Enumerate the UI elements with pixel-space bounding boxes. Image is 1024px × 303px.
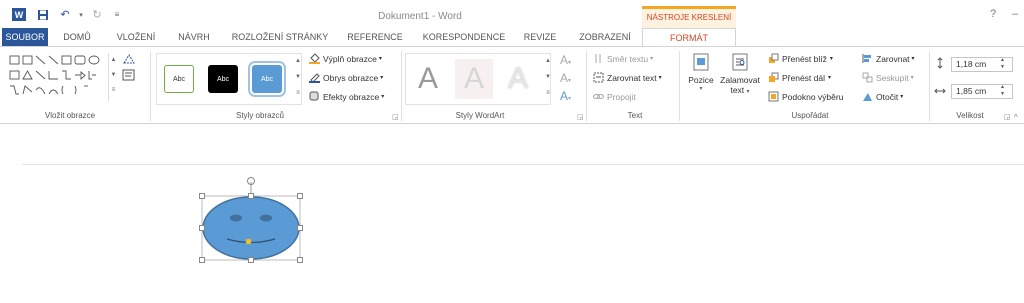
align-icon (862, 54, 871, 63)
shape-styles-scroll[interactable]: ▲ ▼ ≡ (293, 53, 303, 105)
shape-style-outline-green[interactable]: Abc (164, 65, 194, 93)
group-label-insert-shapes: Vložit obrazce (44, 111, 96, 120)
group-label-shape-styles: Styly obrazců (235, 111, 285, 120)
position-button[interactable]: Pozice ▾ (686, 51, 716, 107)
tab-file[interactable]: SOUBOR (2, 28, 48, 47)
help-button[interactable]: ? (990, 8, 996, 20)
shapes-gallery-icons (9, 55, 100, 95)
text-direction-button[interactable]: Směr textu ▾ (593, 53, 653, 64)
wrap-text-icon (732, 53, 748, 71)
wordart-style-gray[interactable]: A (409, 59, 447, 99)
resize-handle-sw[interactable] (199, 257, 205, 263)
resize-handle-s[interactable] (248, 257, 254, 263)
send-backward-icon (769, 72, 779, 82)
page-top-edge (22, 164, 1024, 165)
collapse-ribbon-icon[interactable]: ^ (1014, 113, 1018, 122)
selection-pane-icon (768, 91, 779, 102)
resize-handle-n[interactable] (248, 193, 254, 199)
selection-pane-button[interactable]: Podokno výběru (768, 91, 843, 102)
tab-insert[interactable]: VLOŽENÍ (108, 28, 164, 47)
ribbon: ▲ ▼ ≡ Vložit obrazce Abc Abc Abc ▲ ▼ ≡ Výplň… (0, 46, 1024, 124)
rotate-button[interactable]: Otočit ▾ (862, 91, 903, 102)
ribbon-tabs: SOUBOR DOMŮ VLOŽENÍ NÁVRH ROZLOŽENÍ STRÁ… (0, 28, 1024, 48)
shape-styles-launcher-icon[interactable]: ◲ (392, 113, 399, 121)
shapes-gallery[interactable] (8, 53, 108, 101)
redo-icon[interactable]: ↻ (90, 8, 104, 21)
tab-references[interactable]: REFERENCE (342, 28, 408, 47)
shape-effects-button[interactable]: Efekty obrazce ▾ (309, 91, 384, 102)
tab-mailings[interactable]: KORESPONDENCE (416, 28, 512, 47)
selected-smiley-shape[interactable] (199, 174, 304, 263)
shape-height-icon (934, 57, 946, 69)
rotate-icon (863, 93, 872, 101)
shapes-gallery-scroll[interactable]: ▲ ▼ ≡ (108, 53, 118, 101)
wordart-style-light[interactable]: A (455, 59, 493, 99)
resize-handle-nw[interactable] (199, 193, 205, 199)
tab-review[interactable]: REVIZE (516, 28, 564, 47)
tab-format[interactable]: FORMÁT (642, 28, 736, 48)
group-icon (862, 72, 873, 83)
tab-page-layout[interactable]: ROZLOŽENÍ STRÁNKY (226, 28, 334, 47)
group-label-arrange: Uspořádat (791, 111, 829, 120)
document-area[interactable] (0, 125, 1024, 303)
window-title: Dokument1 - Word (378, 11, 462, 22)
paint-bucket-icon (309, 53, 320, 64)
shape-width-icon (934, 85, 946, 97)
text-fill-icon[interactable]: A▾ (560, 53, 571, 67)
text-outline-icon[interactable]: A▾ (560, 71, 571, 85)
resize-handle-se[interactable] (297, 257, 303, 263)
wordart-style-outline[interactable]: A (499, 59, 537, 99)
edit-shape-icon[interactable] (122, 53, 136, 65)
group-button[interactable]: Seskupit ▾ (862, 72, 914, 83)
resize-handle-ne[interactable] (297, 193, 303, 199)
minimize-button[interactable]: – (1012, 8, 1018, 20)
group-label-wordart: Styly WordArt (455, 111, 505, 120)
size-launcher-icon[interactable]: ◲ (1004, 113, 1011, 121)
wordart-launcher-icon[interactable]: ◲ (577, 113, 584, 121)
save-icon[interactable] (36, 8, 50, 21)
shape-height-spinner[interactable]: ▲ ▼ (1000, 57, 1005, 71)
undo-icon[interactable]: ↶ (58, 8, 72, 21)
resize-handle-w[interactable] (199, 225, 205, 231)
shape-style-blue-selected[interactable]: Abc (248, 61, 286, 97)
shape-fill-button[interactable]: Výplň obrazce ▾ (309, 53, 382, 64)
title-bar: W ↶ ▾ ↻ ≡ Dokument1 - Word NÁSTROJE KRES… (0, 0, 1024, 28)
group-label-text: Text (627, 111, 643, 120)
tab-design[interactable]: NÁVRH (172, 28, 216, 47)
create-link-button[interactable]: Propojit (593, 91, 636, 102)
pen-icon (309, 73, 320, 83)
bring-forward-button[interactable]: Přenést blíž ▾ (768, 53, 833, 64)
group-label-size: Velikost (956, 111, 984, 120)
send-backward-button[interactable]: Přenést dál ▾ (768, 72, 831, 83)
shape-style-black[interactable]: Abc (208, 65, 238, 93)
shape-outline-button[interactable]: Obrys obrazce ▾ (309, 72, 383, 83)
effects-icon (309, 91, 319, 101)
align-text-button[interactable]: Zarovnat text ▾ (593, 72, 662, 83)
text-box-icon[interactable] (122, 69, 136, 81)
word-logo-icon: W (12, 8, 26, 21)
position-icon (693, 53, 709, 71)
align-text-icon (593, 72, 604, 83)
wrap-text-button[interactable]: Zalamovat text ▾ (718, 51, 762, 107)
tab-view[interactable]: ZOBRAZENÍ (570, 28, 640, 47)
drawing-tools-context: NÁSTROJE KRESLENÍ (642, 6, 736, 28)
resize-handle-e[interactable] (297, 225, 303, 231)
shape-width-spinner[interactable]: ▲ ▼ (1000, 84, 1005, 98)
customize-qat-icon[interactable]: ≡ (110, 8, 124, 21)
align-button[interactable]: Zarovnat ▾ (862, 53, 915, 64)
link-icon (593, 94, 604, 99)
undo-dropdown-icon[interactable]: ▾ (74, 8, 88, 21)
bring-forward-icon (769, 53, 779, 63)
text-effects-icon[interactable]: A▾ (560, 89, 571, 103)
wordart-scroll[interactable]: ▲ ▼ ≡ (544, 53, 552, 105)
smiley-face-graphic (201, 177, 301, 261)
text-direction-icon (595, 54, 601, 63)
tab-home[interactable]: DOMŮ (56, 28, 98, 47)
